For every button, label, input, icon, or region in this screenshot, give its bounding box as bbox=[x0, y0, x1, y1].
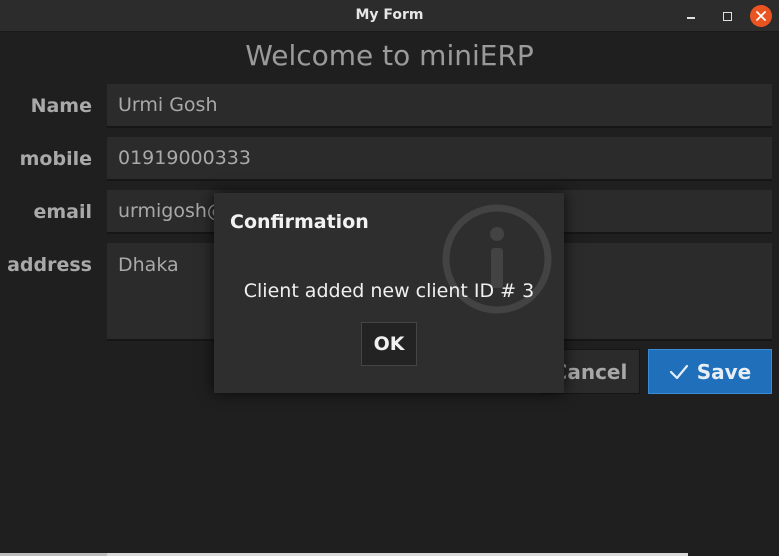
minimize-button[interactable] bbox=[680, 5, 702, 27]
name-label: Name bbox=[30, 95, 92, 117]
close-button[interactable] bbox=[750, 5, 772, 27]
mobile-label: mobile bbox=[19, 148, 92, 170]
app-window: My Form Welcome to miniERP Name Urmi Gos… bbox=[0, 0, 779, 556]
window-title: My Form bbox=[355, 7, 424, 23]
minimize-icon bbox=[687, 17, 695, 19]
email-label: email bbox=[33, 201, 92, 223]
ok-button-label: OK bbox=[373, 333, 405, 355]
dialog-title: Confirmation bbox=[230, 211, 369, 233]
maximize-button[interactable] bbox=[716, 5, 738, 27]
address-label: address bbox=[7, 254, 92, 276]
close-icon bbox=[756, 11, 766, 21]
checkmark-icon bbox=[669, 363, 689, 381]
confirmation-dialog: Confirmation Client added new client ID … bbox=[214, 193, 564, 393]
title-bar[interactable]: My Form bbox=[0, 0, 779, 32]
dialog-message: Client added new client ID # 3 bbox=[243, 280, 535, 302]
page-heading: Welcome to miniERP bbox=[245, 39, 534, 72]
mobile-field[interactable]: 01919000333 bbox=[107, 137, 772, 181]
maximize-icon bbox=[722, 11, 732, 21]
name-field[interactable]: Urmi Gosh bbox=[107, 84, 772, 128]
save-button-label: Save bbox=[696, 359, 752, 384]
save-button[interactable]: Save bbox=[648, 349, 772, 394]
ok-button[interactable]: OK bbox=[361, 322, 417, 366]
